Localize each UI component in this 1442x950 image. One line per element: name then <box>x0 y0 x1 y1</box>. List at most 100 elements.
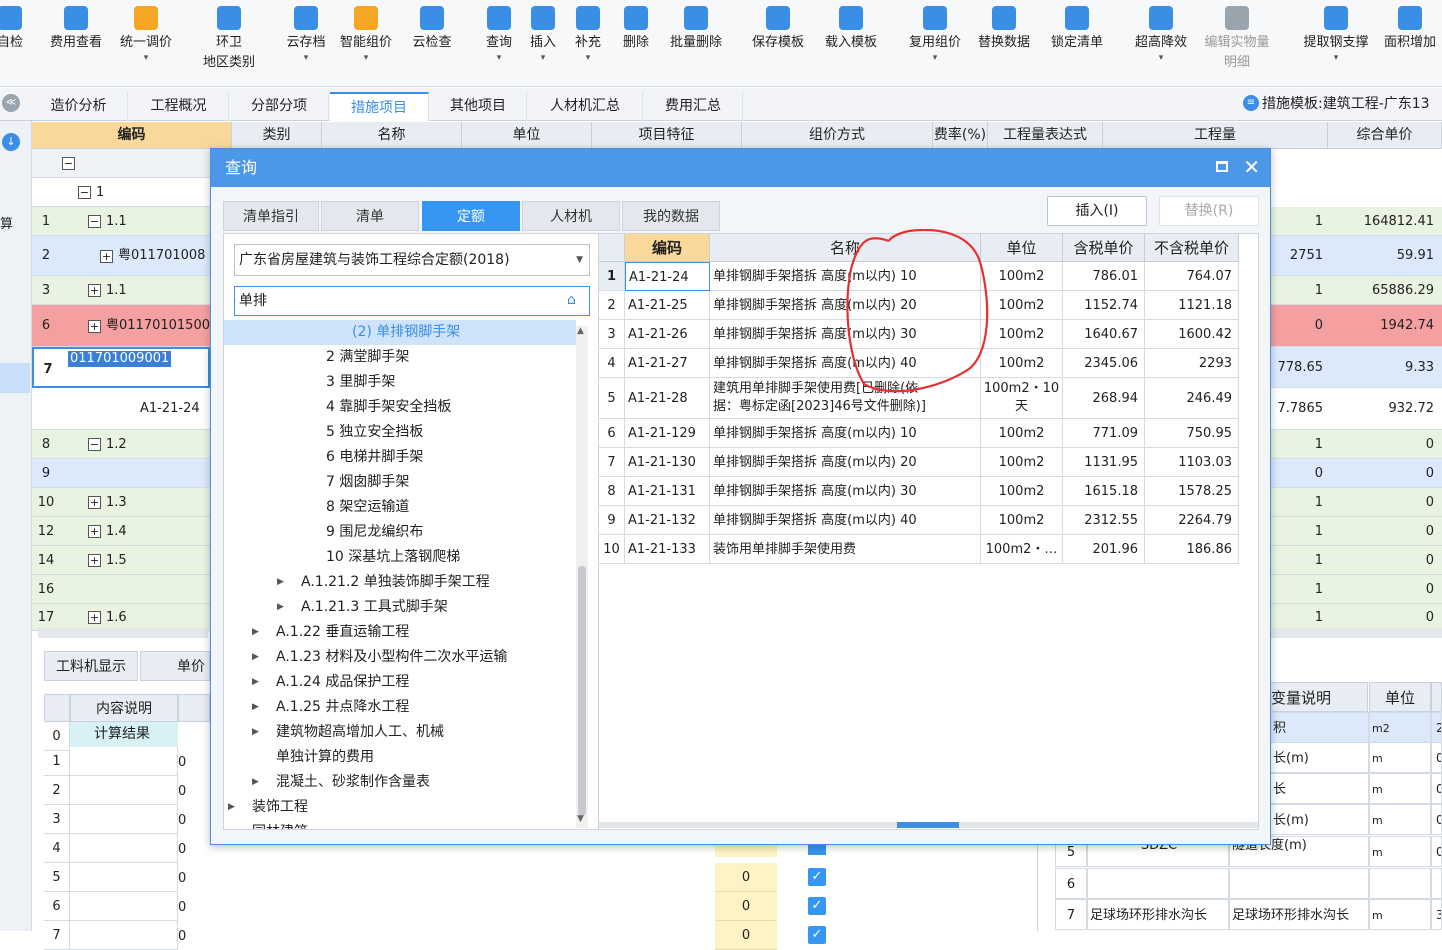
grid-row-right[interactable]: 1 164812.41 <box>1270 207 1442 236</box>
table-cell-tax-price[interactable]: 2345.06 <box>1063 349 1145 378</box>
tree-item[interactable]: ▶ A.1.21.2 单独装饰脚手架工程 <box>224 570 576 595</box>
checkbox-checked-icon[interactable] <box>808 845 826 855</box>
grid-row[interactable]: − <box>32 149 210 178</box>
template-label[interactable]: 措施模板:建筑工程-广东13 <box>1262 93 1442 115</box>
toolbar-button-15[interactable]: 替换数据 <box>970 4 1038 53</box>
table-cell-tax-price[interactable]: 201.96 <box>1063 535 1145 564</box>
table-cell-tax-price[interactable]: 1615.18 <box>1063 477 1145 506</box>
grid-row[interactable]: 16 <box>32 575 210 604</box>
grid-row[interactable]: 2 + 粤011701008 <box>32 236 210 276</box>
grid-header-0[interactable]: 编码 <box>32 122 232 149</box>
tab-6[interactable]: 费用汇总 <box>644 92 743 121</box>
grid-row-code[interactable]: 011701009001 <box>68 351 172 367</box>
hscroll-thumb[interactable] <box>897 822 959 828</box>
grid-row-right[interactable]: 778.65 9.33 <box>1270 347 1442 388</box>
tree-expand-icon[interactable]: ▶ <box>252 720 259 745</box>
grid-row[interactable]: A1-21-24 <box>32 388 210 430</box>
toolbar-button-0[interactable]: 自检 <box>0 4 34 53</box>
grid-row-right[interactable]: 00 <box>1270 459 1442 488</box>
table-cell-notax-price[interactable]: 750.95 <box>1145 419 1239 448</box>
tree-item[interactable]: 园林建筑 <box>224 820 576 829</box>
grid-row-right[interactable]: 10 <box>1270 517 1442 546</box>
checkbox-checked-icon[interactable]: ✓ <box>808 897 826 915</box>
table-cell-tax-price[interactable]: 2312.55 <box>1063 506 1145 535</box>
grid-row[interactable]: 7 011701009001 <box>32 347 210 388</box>
scroll-up-icon[interactable]: ▲ <box>577 326 584 336</box>
tab-5[interactable]: 人材机汇总 <box>528 92 643 121</box>
dialog-title-bar[interactable]: 查询 ✕ <box>211 149 1270 187</box>
toolbar-button-11[interactable]: 批量删除 <box>662 4 730 53</box>
grid-row[interactable]: −1 <box>32 178 210 207</box>
expand-toggle-icon[interactable]: + <box>88 554 101 567</box>
table-cell-notax-price[interactable]: 764.07 <box>1145 262 1239 291</box>
table-header-0[interactable]: 编码 <box>625 234 710 262</box>
tree-item[interactable]: 10 深基坑上落钢爬梯 <box>224 545 576 570</box>
tree-item[interactable]: ▶ A.1.24 成品保护工程 <box>224 670 576 695</box>
grid-row[interactable]: 1 −1.1 <box>32 207 210 236</box>
table-cell-unit[interactable]: 100m2 <box>981 477 1063 506</box>
table-cell-name[interactable]: 装饰用单排脚手架使用费 <box>710 535 981 564</box>
tree-item[interactable]: ▶ 混凝土、砂浆制作含量表 <box>224 770 576 795</box>
table-header-3[interactable]: 含税单价 <box>1063 234 1145 262</box>
table-cell-code[interactable]: A1-21-131 <box>625 477 710 506</box>
grid-row-right[interactable]: 2751 59.91 <box>1270 236 1442 276</box>
grid-hscroll[interactable] <box>38 628 208 638</box>
expand-toggle-icon[interactable]: + <box>100 249 113 263</box>
tab-0[interactable]: 造价分析 <box>30 92 128 121</box>
maximize-icon[interactable] <box>1216 161 1228 172</box>
tree-item[interactable]: ▶ A.1.25 井点降水工程 <box>224 695 576 720</box>
table-cell-unit[interactable]: 100m2 <box>981 448 1063 477</box>
grid-header-4[interactable]: 项目特征 <box>592 122 742 149</box>
table-cell-code[interactable]: A1-21-132 <box>625 506 710 535</box>
table-header-4[interactable]: 不含税单价 <box>1145 234 1239 262</box>
grid-row[interactable]: 10 +1.3 <box>32 488 210 517</box>
table-cell-tax-price[interactable]: 1640.67 <box>1063 320 1145 349</box>
grid-row[interactable]: 17 +1.6 <box>32 604 210 631</box>
collapse-toggle-icon[interactable]: − <box>88 438 101 451</box>
dialog-tab-4[interactable]: 我的数据 <box>622 201 720 231</box>
hscroll-bar[interactable] <box>599 822 1258 828</box>
grid-row-right[interactable]: 7.7865 932.72 <box>1270 388 1442 430</box>
table-cell-name[interactable]: 单排钢脚手架搭拆 高度(m以内) 20 <box>710 448 981 477</box>
tree-item[interactable]: 5 独立安全挡板 <box>224 420 576 445</box>
table-cell-code[interactable]: A1-21-25 <box>625 291 710 320</box>
scroll-down-icon[interactable]: ▼ <box>577 814 584 824</box>
toolbar-button-12[interactable]: 保存模板 <box>744 4 812 53</box>
toolbar-button-14[interactable]: 复用组价 ▾ <box>901 4 969 63</box>
grid-row[interactable]: 14 +1.5 <box>32 546 210 575</box>
toolbar-button-1[interactable]: 费用查看 <box>42 4 110 53</box>
tree-item[interactable]: 3 里脚手架 <box>224 370 576 395</box>
dialog-tab-2[interactable]: 定额 <box>422 201 520 231</box>
table-cell-unit[interactable]: 100m2 <box>981 506 1063 535</box>
tree-expand-icon[interactable]: ▶ <box>252 770 259 795</box>
bottom-row-desc[interactable] <box>70 921 178 950</box>
grid-row[interactable]: 12 +1.4 <box>32 517 210 546</box>
tree-item[interactable]: (2) 单排钢脚手架 <box>224 320 576 345</box>
grid-header-5[interactable]: 组价方式 <box>742 122 933 149</box>
table-cell-name[interactable]: 单排钢脚手架搭拆 高度(m以内) 40 <box>710 506 981 535</box>
grid-row-right[interactable]: 1 65886.29 <box>1270 276 1442 305</box>
bottom-tab-materials[interactable]: 工料机显示 <box>44 651 138 681</box>
collapse-icon[interactable]: ≪ <box>2 94 20 112</box>
table-cell-name[interactable]: 单排钢脚手架搭拆 高度(m以内) 30 <box>710 477 981 506</box>
grid-row-right[interactable]: 10 <box>1270 546 1442 575</box>
table-cell-notax-price[interactable]: 1578.25 <box>1145 477 1239 506</box>
grid-row[interactable]: 9 <box>32 459 210 488</box>
grid-row-right[interactable]: 10 <box>1270 430 1442 459</box>
toolbar-button-2[interactable]: 统一调价 ▾ <box>112 4 180 63</box>
table-cell-tax-price[interactable]: 268.94 <box>1063 378 1145 419</box>
toolbar-button-19[interactable]: 提取钢支撑 ▾ <box>1302 4 1370 63</box>
collapse-toggle-icon[interactable]: − <box>62 157 75 170</box>
toolbar-button-3[interactable]: 环卫 地区类别 <box>195 4 263 73</box>
grid-header-6[interactable]: 费率(%) <box>933 122 988 149</box>
expand-toggle-icon[interactable]: + <box>88 284 101 297</box>
grid-header-7[interactable]: 工程量表达式 <box>988 122 1103 149</box>
replace-button[interactable]: 替换(R) <box>1159 196 1259 226</box>
table-cell-code[interactable]: A1-21-129 <box>625 419 710 448</box>
table-cell-code[interactable]: A1-21-26 <box>625 320 710 349</box>
tree-expand-icon[interactable]: ▶ <box>252 695 259 720</box>
table-cell-code[interactable]: A1-21-27 <box>625 349 710 378</box>
grid-header-1[interactable]: 类别 <box>232 122 322 149</box>
bottom-row-desc[interactable] <box>70 892 178 921</box>
tree-item[interactable]: 7 烟囱脚手架 <box>224 470 576 495</box>
